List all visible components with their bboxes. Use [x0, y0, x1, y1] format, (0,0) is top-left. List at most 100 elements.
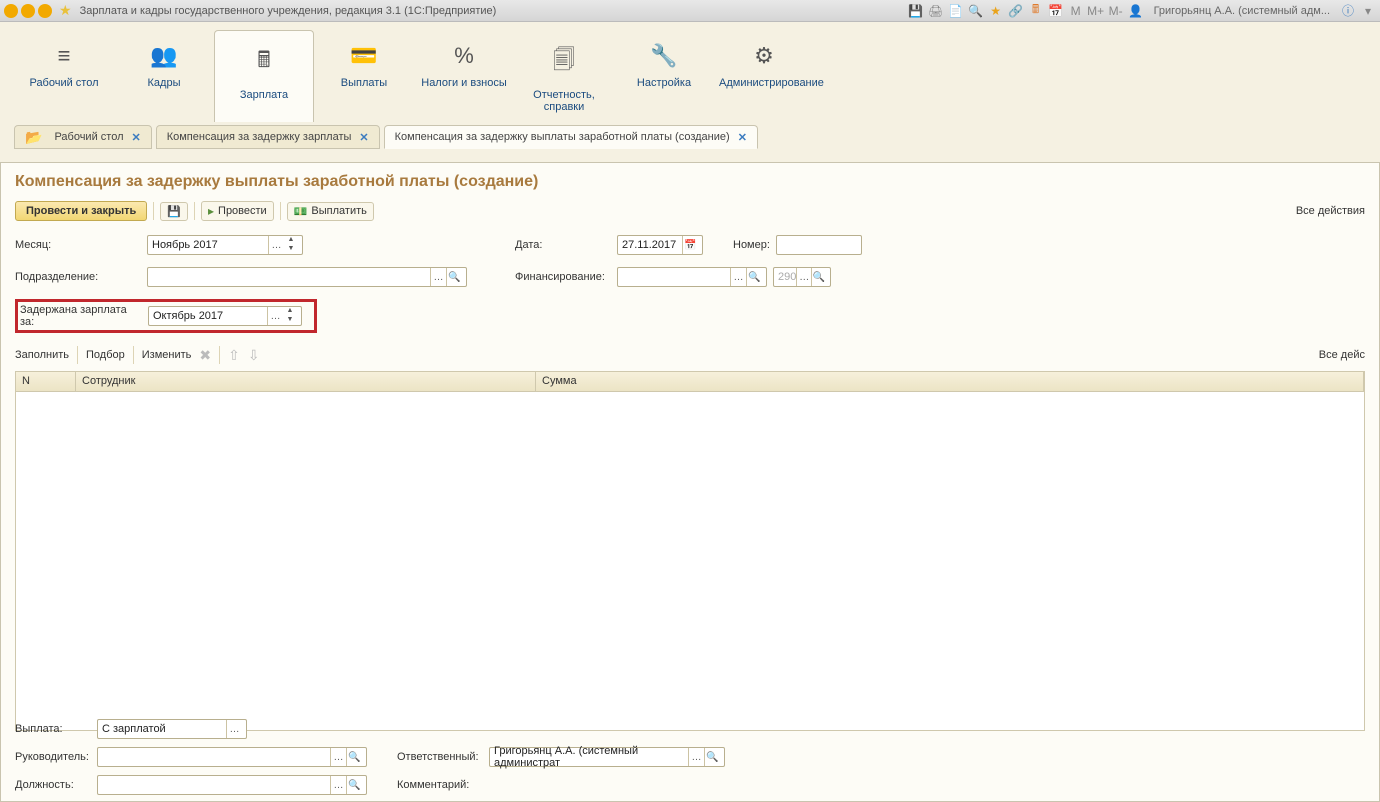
responsible-label: Ответственный:	[397, 751, 483, 763]
cash-icon: 💵	[294, 205, 308, 218]
number-label: Номер:	[733, 239, 770, 251]
highlighted-delayed-salary-row: Задержана зарплата за: Октябрь 2017 … ▲▼	[15, 299, 317, 333]
nav-admin[interactable]: ⚙Администрирование	[714, 30, 814, 122]
current-user[interactable]: Григорьянц А.А. (системный адм...	[1154, 5, 1330, 17]
nav-payments[interactable]: 💳Выплаты	[314, 30, 414, 122]
fill-button[interactable]: Заполнить	[15, 349, 69, 361]
grid-body[interactable]	[16, 392, 1364, 730]
search-icon[interactable]: 🔍	[704, 748, 720, 766]
post-button[interactable]: ▸Провести	[201, 201, 274, 221]
position-input[interactable]: … 🔍	[97, 775, 367, 795]
close-icon[interactable]: ✕	[132, 131, 141, 144]
financing-input[interactable]: … 🔍	[617, 267, 767, 287]
dropdown-icon[interactable]: ▾	[1360, 3, 1376, 19]
spinner-icon[interactable]: ▲▼	[284, 236, 298, 254]
head-input[interactable]: … 🔍	[97, 747, 367, 767]
desktop-icon: 📂	[25, 129, 42, 146]
ellipsis-icon[interactable]: …	[330, 776, 346, 794]
calendar-icon[interactable]: 📅	[1048, 3, 1064, 19]
window-titlebar: ★ Зарплата и кадры государственного учре…	[0, 0, 1380, 22]
ellipsis-icon[interactable]: …	[688, 748, 704, 766]
calendar-icon[interactable]: 📅	[682, 236, 698, 254]
tab-label: Рабочий стол	[54, 131, 123, 143]
m-icon[interactable]: M	[1068, 3, 1084, 19]
grid-col-employee[interactable]: Сотрудник	[76, 372, 536, 391]
separator	[194, 202, 195, 220]
info-icon[interactable]: ⓘ	[1340, 3, 1356, 19]
window-minimize-icon[interactable]	[4, 4, 18, 18]
window-close-icon[interactable]	[38, 4, 52, 18]
payment-type-input[interactable]: С зарплатой …	[97, 719, 247, 739]
responsible-input[interactable]: Григорьянц А.А. (системный администрат ……	[489, 747, 725, 767]
disk-icon: 💾	[167, 205, 181, 218]
spinner-icon[interactable]: ▲▼	[283, 307, 297, 325]
separator	[153, 202, 154, 220]
ellipsis-icon[interactable]: …	[796, 268, 811, 286]
nav-reports[interactable]: 🗐Отчетность, справки	[514, 30, 614, 122]
tab-compensation-create[interactable]: Компенсация за задержку выплаты заработн…	[384, 125, 758, 149]
search-icon[interactable]: 🔍	[446, 268, 462, 286]
down-arrow-icon[interactable]: ⇩	[248, 347, 260, 364]
ellipsis-icon[interactable]: …	[330, 748, 346, 766]
edit-button[interactable]: Изменить	[142, 349, 192, 361]
document-form: Компенсация за задержку выплаты заработн…	[0, 162, 1380, 802]
m-minus-icon[interactable]: M-	[1108, 3, 1124, 19]
search-icon[interactable]: 🔍	[811, 268, 826, 286]
ellipsis-icon[interactable]: …	[226, 720, 242, 738]
ellipsis-icon[interactable]: …	[268, 236, 284, 254]
search-icon[interactable]: 🔍	[968, 3, 984, 19]
wrench-icon: 🔧	[619, 43, 709, 69]
page-title: Компенсация за задержку выплаты заработн…	[15, 173, 1365, 191]
star-icon[interactable]: ★	[59, 2, 72, 19]
payout-button[interactable]: 💵Выплатить	[287, 202, 374, 221]
m-plus-icon[interactable]: M+	[1088, 3, 1104, 19]
grid-col-n[interactable]: N	[16, 372, 76, 391]
month-input[interactable]: Ноябрь 2017 … ▲▼	[147, 235, 303, 255]
nav-personnel[interactable]: 👥Кадры	[114, 30, 214, 122]
ellipsis-icon[interactable]: …	[430, 268, 446, 286]
hamburger-icon: ≡	[19, 43, 109, 69]
document-icon[interactable]: 📄	[948, 3, 964, 19]
link-icon[interactable]: 🔗	[1008, 3, 1024, 19]
tab-desktop[interactable]: 📂 Рабочий стол ✕	[14, 125, 152, 149]
star2-icon[interactable]: ★	[988, 3, 1004, 19]
financing-code-input[interactable]: 290 … 🔍	[773, 267, 831, 287]
close-icon[interactable]: ✕	[359, 131, 368, 144]
save-button[interactable]: 💾	[160, 202, 188, 221]
delayed-month-input[interactable]: Октябрь 2017 … ▲▼	[148, 306, 302, 326]
table-toolbar: Заполнить Подбор Изменить ✖ ⇧ ⇩ Все дейс	[15, 343, 1365, 367]
tab-compensation-list[interactable]: Компенсация за задержку зарплаты ✕	[156, 125, 380, 149]
select-button[interactable]: Подбор	[86, 349, 125, 361]
tab-label: Компенсация за задержку выплаты заработн…	[395, 131, 730, 143]
nav-salary[interactable]: 🖩Зарплата	[214, 30, 314, 122]
all-actions-link2[interactable]: Все дейс	[1319, 349, 1365, 361]
grid-header: N Сотрудник Сумма	[16, 372, 1364, 392]
date-input[interactable]: 27.11.2017 📅	[617, 235, 703, 255]
save-icon[interactable]: 💾	[908, 3, 924, 19]
delete-icon[interactable]: ✖	[199, 347, 211, 364]
comment-label: Комментарий:	[397, 779, 483, 791]
all-actions-link[interactable]: Все действия	[1296, 205, 1365, 217]
post-and-close-button[interactable]: Провести и закрыть	[15, 201, 147, 221]
month-label: Месяц:	[15, 239, 141, 251]
search-icon[interactable]: 🔍	[346, 776, 362, 794]
head-label: Руководитель:	[15, 751, 91, 763]
nav-desktop[interactable]: ≡Рабочий стол	[14, 30, 114, 122]
employee-grid[interactable]: N Сотрудник Сумма	[15, 371, 1365, 731]
tab-label: Компенсация за задержку зарплаты	[167, 131, 352, 143]
search-icon[interactable]: 🔍	[746, 268, 762, 286]
play-icon: ▸	[208, 204, 214, 218]
window-maximize-icon[interactable]	[21, 4, 35, 18]
nav-settings[interactable]: 🔧Настройка	[614, 30, 714, 122]
grid-col-sum[interactable]: Сумма	[536, 372, 1364, 391]
calc-icon[interactable]: 🖩	[1028, 3, 1044, 19]
close-icon[interactable]: ✕	[738, 131, 747, 144]
up-arrow-icon[interactable]: ⇧	[228, 347, 240, 364]
subdivision-input[interactable]: … 🔍	[147, 267, 467, 287]
ellipsis-icon[interactable]: …	[730, 268, 746, 286]
search-icon[interactable]: 🔍	[346, 748, 362, 766]
number-input[interactable]	[776, 235, 862, 255]
print-icon[interactable]: 🖨	[928, 3, 944, 19]
ellipsis-icon[interactable]: …	[267, 307, 283, 325]
nav-taxes[interactable]: %Налоги и взносы	[414, 30, 514, 122]
